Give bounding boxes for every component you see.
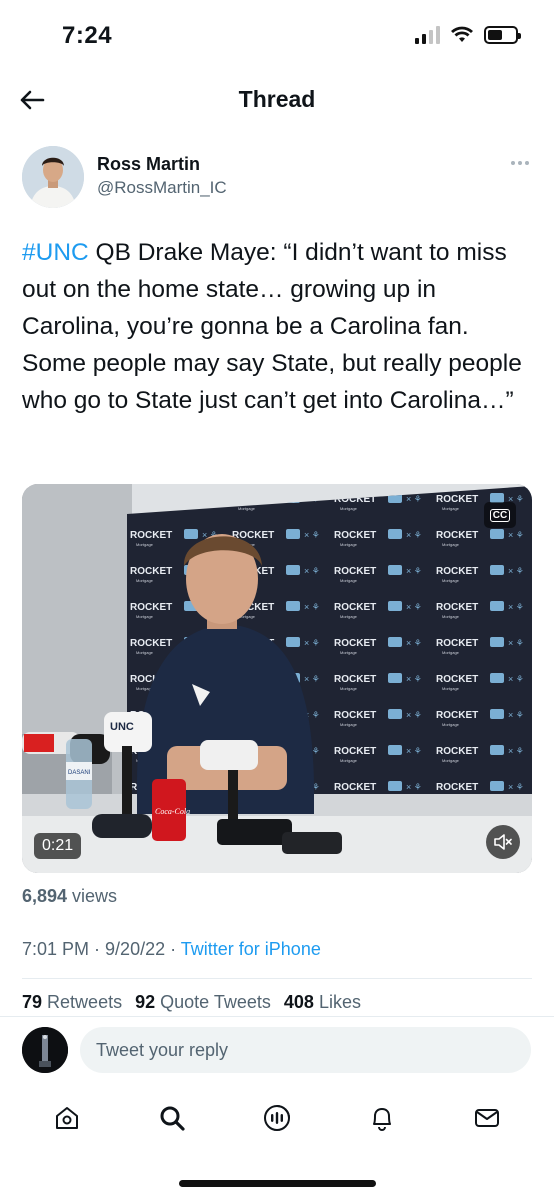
tweet-text: #UNC QB Drake Maye: “I didn’t want to mi… <box>22 234 534 419</box>
captions-button[interactable]: CC <box>484 502 516 528</box>
more-options-button[interactable] <box>508 156 532 170</box>
spaces-icon <box>263 1105 290 1131</box>
home-icon <box>55 1107 78 1129</box>
retweets-stat[interactable]: 79 Retweets <box>22 992 122 1013</box>
hashtag-link[interactable]: #UNC <box>22 239 89 266</box>
views-number: 6,894 <box>22 886 68 906</box>
header: Thread <box>0 78 554 122</box>
video-duration: 0:21 <box>34 833 82 859</box>
quotes-label: Quote Tweets <box>160 992 271 1012</box>
likes-stat[interactable]: 408 Likes <box>284 992 361 1013</box>
author-name[interactable]: Ross Martin <box>97 154 200 175</box>
signal-icon <box>415 26 440 44</box>
status-time: 7:24 <box>62 22 113 49</box>
wifi-icon <box>451 26 473 42</box>
notifications-icon <box>373 1108 392 1131</box>
quotes-stat[interactable]: 92 Quote Tweets <box>135 992 271 1013</box>
tab-messages[interactable] <box>465 1096 509 1140</box>
home-indicator <box>179 1180 376 1187</box>
quotes-count: 92 <box>135 992 156 1012</box>
messages-icon <box>475 1109 500 1127</box>
svg-text:UNC: UNC <box>110 721 134 733</box>
views-label: views <box>67 886 118 906</box>
tweet-time: 7:01 PM <box>22 939 90 959</box>
tab-search[interactable] <box>150 1096 194 1140</box>
reply-bar: Tweet your reply <box>0 1016 554 1084</box>
svg-text:DASANI: DASANI <box>68 770 91 776</box>
tweet-source-link[interactable]: Twitter for iPhone <box>181 939 321 959</box>
author-avatar[interactable] <box>22 146 84 208</box>
likes-count: 408 <box>283 992 314 1012</box>
battery-icon <box>484 26 521 44</box>
status-icons <box>415 26 521 44</box>
status-bar: 7:24 <box>0 0 554 70</box>
tweet-stats: 79 Retweets 92 Quote Tweets 408 Likes <box>22 992 361 1013</box>
muted-speaker-icon <box>494 834 512 850</box>
mute-button[interactable] <box>486 825 520 859</box>
likes-label: Likes <box>318 992 361 1012</box>
reply-input[interactable]: Tweet your reply <box>80 1027 531 1073</box>
search-icon <box>160 1106 185 1131</box>
tweet-meta: 7:01 PM · 9/20/22 · Twitter for iPhone <box>22 939 321 959</box>
svg-text:Coca-Cola: Coca-Cola <box>155 807 190 816</box>
tweet-video[interactable]: ROCKET Mortgage × ⚘ UNC D <box>22 484 532 873</box>
tweet-body: QB Drake Maye: “I didn’t want to miss ou… <box>22 239 522 414</box>
retweets-count: 79 <box>22 992 43 1012</box>
tab-bar <box>0 1088 554 1148</box>
tab-spaces[interactable] <box>255 1096 299 1140</box>
retweets-label: Retweets <box>47 992 123 1012</box>
tab-notifications[interactable] <box>360 1096 404 1140</box>
tab-home[interactable] <box>45 1096 89 1140</box>
video-frame: ROCKET Mortgage × ⚘ UNC D <box>22 484 532 873</box>
page-title: Thread <box>238 86 316 112</box>
tweet-date: 9/20/22 <box>105 939 166 959</box>
tweet-author: Ross Martin @RossMartin_IC <box>22 146 532 210</box>
author-handle: @RossMartin_IC <box>97 178 227 197</box>
divider <box>22 978 532 979</box>
views-count: 6,894 views <box>22 886 117 907</box>
user-avatar[interactable] <box>22 1027 68 1073</box>
captions-icon: CC <box>489 508 511 522</box>
